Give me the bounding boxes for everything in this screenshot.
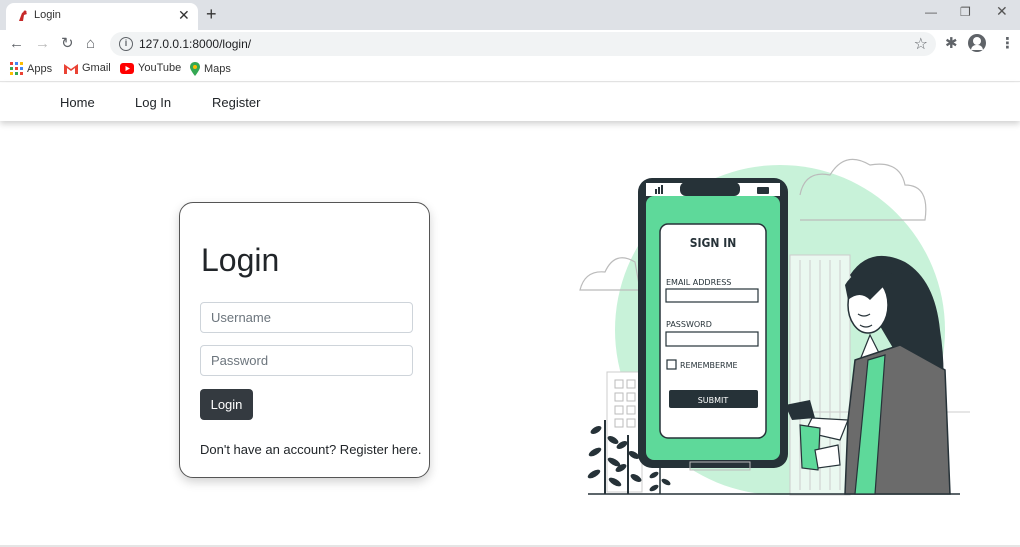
building-left (606, 371, 643, 493)
illus-remember-label: REMEMBERME (680, 361, 738, 370)
login-button[interactable]: Login (200, 389, 253, 420)
browser-toolbar: ← → ↻ ⌂ i 127.0.0.1:8000/login/ ☆ ✱ ⋮ (0, 30, 1020, 58)
bookmark-apps[interactable]: Apps (10, 62, 52, 75)
bookmark-maps[interactable]: Maps (190, 62, 231, 76)
illus-heading: SIGN IN (690, 236, 737, 250)
bookmark-label: Maps (204, 63, 231, 75)
reload-icon[interactable]: ↻ (61, 34, 74, 54)
tab-close-icon[interactable]: ✕ (178, 6, 190, 24)
bookmarks-bar: Apps Gmail YouTube Maps (0, 58, 1020, 82)
window-close-icon[interactable]: ✕ (996, 3, 1008, 20)
nav-home-link[interactable]: Home (60, 95, 95, 110)
illus-submit-label: SUBMIT (698, 396, 729, 405)
maps-pin-icon (190, 62, 200, 76)
nav-register-link[interactable]: Register (212, 95, 260, 110)
bookmark-label: Apps (27, 62, 53, 75)
site-navbar: Home Log In Register (0, 83, 1020, 121)
new-tab-icon[interactable]: + (206, 3, 217, 25)
login-illustration: SIGN IN EMAIL ADDRESS PASSWORD REMEMBERM… (579, 158, 970, 496)
plant-small (649, 468, 671, 494)
apps-grid-icon (10, 62, 23, 75)
login-title: Login (201, 242, 280, 278)
login-card: Login Login Don't have an account? Regis… (179, 202, 430, 478)
bookmark-youtube[interactable]: YouTube (120, 62, 181, 74)
password-input[interactable] (200, 345, 413, 376)
bookmark-star-icon[interactable]: ☆ (914, 34, 928, 54)
minimize-icon[interactable]: — (925, 5, 937, 19)
django-favicon-icon (19, 10, 27, 21)
bookmark-label: Gmail (82, 62, 111, 74)
site-info-icon[interactable]: i (119, 37, 133, 51)
bookmark-label: YouTube (138, 62, 182, 74)
gmail-icon (64, 63, 78, 74)
back-icon[interactable]: ← (9, 34, 24, 54)
url-text: 127.0.0.1:8000/login/ (139, 37, 252, 51)
browser-tab[interactable]: Login ✕ (6, 3, 198, 30)
illus-password-label: PASSWORD (666, 320, 712, 329)
extensions-icon[interactable]: ✱ (945, 34, 958, 52)
profile-avatar-icon[interactable] (968, 34, 986, 52)
menu-icon[interactable]: ⋮ (1000, 34, 1015, 52)
illus-email-label: EMAIL ADDRESS (666, 278, 731, 287)
home-icon[interactable]: ⌂ (86, 34, 95, 54)
youtube-icon (120, 62, 134, 74)
address-bar[interactable]: i 127.0.0.1:8000/login/ ☆ (110, 32, 936, 56)
register-prompt[interactable]: Don't have an account? Register here. (200, 442, 421, 457)
username-input[interactable] (200, 302, 413, 333)
tab-title: Login (34, 9, 61, 21)
restore-icon[interactable]: ❐ (960, 5, 971, 19)
forward-icon[interactable]: → (35, 34, 50, 54)
nav-login-link[interactable]: Log In (135, 95, 171, 110)
bookmark-gmail[interactable]: Gmail (64, 62, 111, 74)
tab-strip: Login ✕ + — ❐ ✕ (0, 0, 1020, 30)
